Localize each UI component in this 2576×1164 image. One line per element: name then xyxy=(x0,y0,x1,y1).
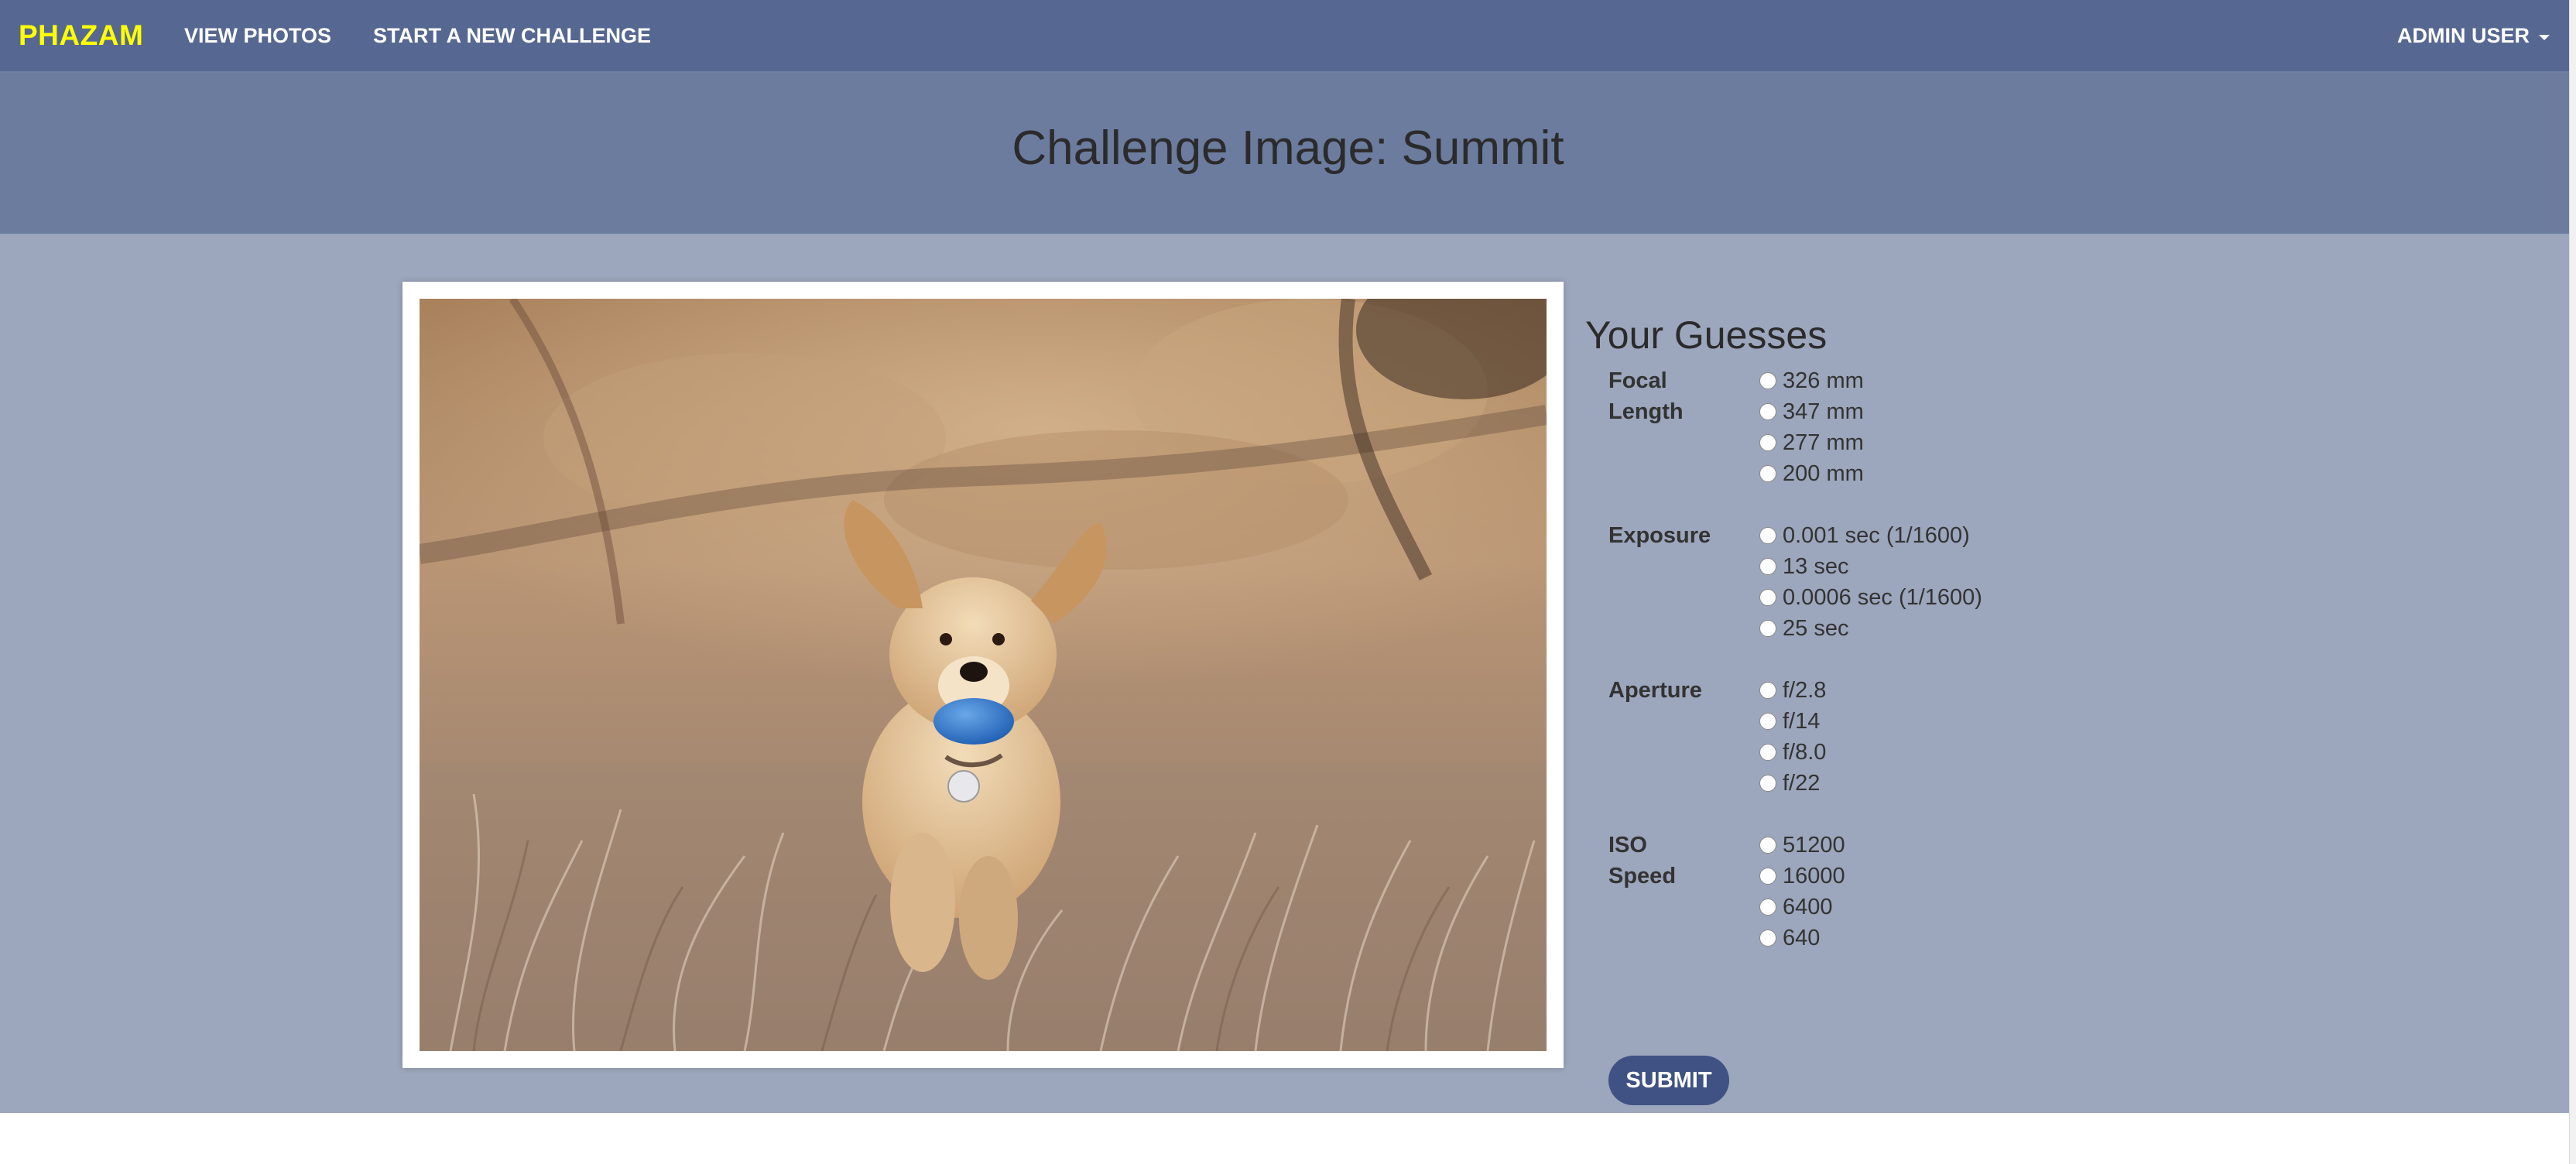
brand-logo[interactable]: PHAZAM xyxy=(19,19,143,52)
iso-speed-option[interactable]: 51200 xyxy=(1759,830,1845,861)
option-label: 347 mm xyxy=(1783,399,1864,424)
guesses-panel: Your Guesses Focal Length 326 mm 347 mm … xyxy=(1585,308,2127,1105)
option-label: f/14 xyxy=(1783,708,1821,734)
page-title: Challenge Image: Summit xyxy=(1012,122,1564,175)
iso-speed-option[interactable]: 640 xyxy=(1759,923,1845,953)
aperture-option[interactable]: f/22 xyxy=(1759,768,1826,799)
focal-length-label: Focal Length xyxy=(1608,365,1740,427)
iso-speed-option[interactable]: 6400 xyxy=(1759,892,1845,923)
radio-button[interactable] xyxy=(1759,837,1776,854)
radio-button[interactable] xyxy=(1759,868,1776,885)
challenge-photo xyxy=(420,299,1547,1051)
exposure-option[interactable]: 0.0006 sec (1/1600) xyxy=(1759,582,1982,613)
option-label: 13 sec xyxy=(1783,553,1849,579)
option-label: 640 xyxy=(1783,925,1821,950)
user-menu[interactable]: ADMIN USER xyxy=(2397,24,2550,48)
option-label: f/2.8 xyxy=(1783,677,1827,703)
focal-length-label-line1: Focal xyxy=(1608,368,1667,393)
caret-down-icon xyxy=(2539,35,2550,40)
focal-length-option[interactable]: 277 mm xyxy=(1759,427,1864,458)
user-name: ADMIN USER xyxy=(2396,24,2530,47)
focal-length-option[interactable]: 326 mm xyxy=(1759,365,1864,396)
main-content: Your Guesses Focal Length 326 mm 347 mm … xyxy=(0,234,2576,1113)
radio-button[interactable] xyxy=(1759,775,1776,792)
radio-button[interactable] xyxy=(1759,713,1776,730)
option-label: f/22 xyxy=(1783,770,1821,796)
aperture-label-line1: Aperture xyxy=(1608,678,1702,703)
iso-speed-label-line1: ISO xyxy=(1608,833,1647,858)
exposure-group: Exposure 0.001 sec (1/1600) 13 sec 0.000… xyxy=(1608,520,2127,644)
focal-length-group: Focal Length 326 mm 347 mm 277 mm 200 mm xyxy=(1608,365,2127,489)
focal-length-label-line2: Length xyxy=(1608,399,1684,424)
nav-start-challenge[interactable]: START A NEW CHALLENGE xyxy=(373,24,651,48)
option-label: 51200 xyxy=(1783,832,1845,858)
iso-speed-options: 51200 16000 6400 640 xyxy=(1759,830,1845,953)
exposure-label-line1: Exposure xyxy=(1608,523,1711,548)
radio-button[interactable] xyxy=(1759,558,1776,575)
page-header: Challenge Image: Summit xyxy=(0,73,2576,234)
exposure-label: Exposure xyxy=(1608,520,1740,551)
option-label: 0.001 sec (1/1600) xyxy=(1783,522,1970,548)
iso-speed-group: ISO Speed 51200 16000 6400 640 xyxy=(1608,830,2127,953)
radio-button[interactable] xyxy=(1759,372,1776,389)
option-label: 0.0006 sec (1/1600) xyxy=(1783,584,1982,610)
radio-button[interactable] xyxy=(1759,620,1776,637)
exposure-option[interactable]: 0.001 sec (1/1600) xyxy=(1759,520,1982,551)
option-label: f/8.0 xyxy=(1783,739,1827,765)
option-label: 277 mm xyxy=(1783,430,1864,455)
photo-frame xyxy=(402,282,1564,1068)
navbar: PHAZAM VIEW PHOTOS START A NEW CHALLENGE… xyxy=(0,0,2576,73)
aperture-label: Aperture xyxy=(1608,675,1740,706)
radio-button[interactable] xyxy=(1759,929,1776,947)
iso-speed-label-line2: Speed xyxy=(1608,864,1677,888)
iso-speed-option[interactable]: 16000 xyxy=(1759,861,1845,892)
page-scrollbar[interactable] xyxy=(2569,0,2576,1164)
focal-length-option[interactable]: 347 mm xyxy=(1759,396,1864,427)
guesses-title: Your Guesses xyxy=(1585,313,1828,357)
exposure-option[interactable]: 13 sec xyxy=(1759,551,1982,582)
radio-button[interactable] xyxy=(1759,744,1776,761)
option-label: 326 mm xyxy=(1783,368,1864,393)
radio-button[interactable] xyxy=(1759,434,1776,451)
aperture-group: Aperture f/2.8 f/14 f/8.0 f/22 xyxy=(1608,675,2127,799)
nav-view-photos[interactable]: VIEW PHOTOS xyxy=(184,24,331,48)
aperture-option[interactable]: f/14 xyxy=(1759,706,1826,737)
radio-button[interactable] xyxy=(1759,682,1776,699)
radio-button[interactable] xyxy=(1759,527,1776,544)
option-label: 6400 xyxy=(1783,894,1833,919)
exposure-options: 0.001 sec (1/1600) 13 sec 0.0006 sec (1/… xyxy=(1759,520,1982,644)
radio-button[interactable] xyxy=(1759,465,1776,482)
focal-length-options: 326 mm 347 mm 277 mm 200 mm xyxy=(1759,365,1864,489)
submit-button[interactable]: SUBMIT xyxy=(1608,1056,1729,1105)
aperture-options: f/2.8 f/14 f/8.0 f/22 xyxy=(1759,675,1826,799)
radio-button[interactable] xyxy=(1759,589,1776,606)
iso-speed-label: ISO Speed xyxy=(1608,830,1740,892)
option-label: 200 mm xyxy=(1783,460,1864,486)
radio-button[interactable] xyxy=(1759,899,1776,916)
radio-button[interactable] xyxy=(1759,403,1776,420)
aperture-option[interactable]: f/8.0 xyxy=(1759,737,1826,768)
focal-length-option[interactable]: 200 mm xyxy=(1759,458,1864,489)
aperture-option[interactable]: f/2.8 xyxy=(1759,675,1826,706)
option-label: 25 sec xyxy=(1783,615,1849,641)
option-label: 16000 xyxy=(1783,863,1845,888)
exposure-option[interactable]: 25 sec xyxy=(1759,613,1982,644)
